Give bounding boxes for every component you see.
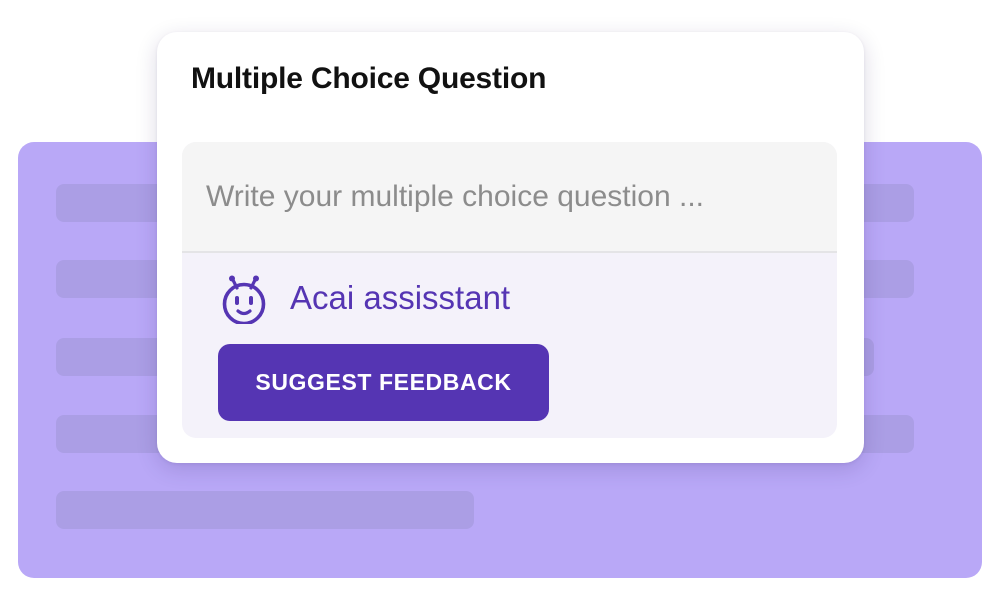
question-card: Multiple Choice Question Acai assisstant… <box>157 32 864 463</box>
stage: Multiple Choice Question Acai assisstant… <box>0 0 1000 600</box>
skeleton-line <box>56 491 474 529</box>
question-input[interactable] <box>182 142 837 253</box>
suggest-feedback-button[interactable]: SUGGEST FEEDBACK <box>218 344 549 421</box>
card-title: Multiple Choice Question <box>191 62 547 95</box>
robot-face-icon <box>222 275 266 324</box>
question-editor: Acai assisstant SUGGEST FEEDBACK <box>182 142 837 438</box>
assistant-row: Acai assisstant <box>220 272 510 324</box>
assistant-label: Acai assisstant <box>290 279 511 316</box>
